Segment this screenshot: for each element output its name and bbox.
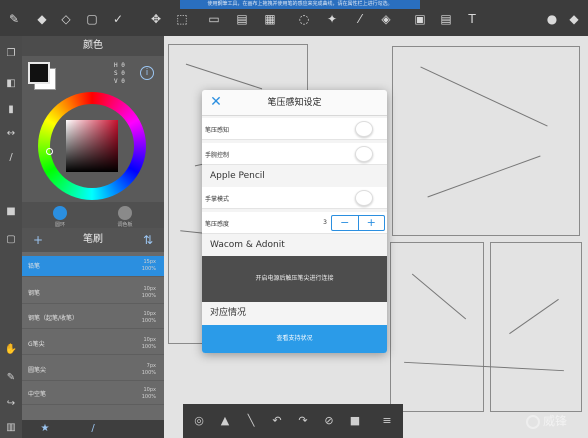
support-section: 对应情况 — [210, 308, 247, 318]
text-icon[interactable]: T — [464, 11, 480, 27]
hue-wheel[interactable] — [38, 92, 146, 200]
chat-icon[interactable]: ● — [544, 11, 560, 27]
color-rail-icon[interactable]: ■ — [3, 204, 19, 220]
blend-icon[interactable]: ◈ — [378, 11, 394, 27]
brush-item[interactable]: 钢笔（起笔/收笔） 10px 100% — [22, 308, 164, 329]
pressure-sensing-toggle[interactable] — [355, 121, 373, 137]
pen-icon[interactable]: ✎ — [6, 11, 22, 27]
pressure-sensing-row: 笔压感知 — [202, 118, 387, 140]
line-tool-icon[interactable]: ╲ — [243, 413, 259, 429]
brush-panel-footer: ★ / — [22, 420, 164, 438]
eraser-icon[interactable]: ◆ — [34, 11, 50, 27]
redo-icon[interactable]: ↷ — [295, 413, 311, 429]
color-picker-handle[interactable] — [46, 148, 53, 155]
eraser-tool-icon[interactable]: ◇ — [58, 11, 74, 27]
manga-panel — [392, 46, 580, 236]
undo-icon[interactable]: ↶ — [269, 413, 285, 429]
palm-control-row: 手腕控制 — [202, 143, 387, 165]
brush-panel: + 笔刷 ⇅ 铅笔 15px 100% 钢笔 10px 100% 钢笔（起笔/收… — [22, 228, 164, 438]
hue-value: H 0 — [114, 62, 125, 69]
palm-mode-row: 手掌模式 — [202, 187, 387, 209]
palm-control-toggle[interactable] — [355, 146, 373, 162]
layer-icon[interactable]: ▣ — [412, 11, 428, 27]
undo-panel-icon[interactable]: ◧ — [3, 76, 19, 92]
layers-stack-icon[interactable]: ◆ — [566, 11, 582, 27]
toolbar-hint: 使用鋼筆工具，在画布上拖拽并使用笔的感应来完成曲线，请在属性栏上进行勾选。 — [180, 0, 420, 9]
brush-item[interactable]: 铅笔 15px 100% — [22, 256, 164, 277]
palette-mode-icon[interactable] — [118, 206, 132, 220]
bottom-toolbar: ◎ ▲ ╲ ↶ ↷ ⊘ ■ ≡ — [183, 404, 403, 438]
layer-rail-icon[interactable]: ▢ — [3, 232, 19, 248]
brush-item[interactable]: 中空笔 10px 100% — [22, 384, 164, 405]
pen-rail-icon[interactable]: ✎ — [3, 370, 19, 386]
wheel-mode-label: 圆环 — [54, 222, 65, 228]
wand-icon[interactable]: ✦ — [324, 11, 340, 27]
feng-logo-icon — [526, 414, 540, 429]
transform-icon[interactable]: ⬚ — [174, 11, 190, 27]
image-icon[interactable]: ▤ — [438, 11, 454, 27]
brush-item[interactable]: 圆笔尖 7px 100% — [22, 360, 164, 381]
saturation-value: S 0 — [114, 70, 125, 77]
connect-stylus-button[interactable]: 开启电源后触压笔尖进行连接 — [202, 256, 387, 302]
layer-toggle-icon[interactable]: ■ — [347, 413, 363, 429]
fill-icon[interactable]: ▤ — [234, 11, 250, 27]
color-mode-tabs: 圆环 调色板 — [22, 202, 164, 228]
dialog-header: ✕ 笔压感知设定 — [202, 90, 387, 116]
wacom-adonit-section: Wacom & Adonit — [210, 240, 285, 250]
brush-panel-header: + 笔刷 ⇅ — [22, 228, 164, 252]
color-panel-title: 颜色 — [22, 36, 164, 56]
sensitivity-value: 3 — [323, 219, 327, 226]
pressure-sensitivity-row: 笔压感度 3 − + — [202, 212, 387, 234]
decrease-button[interactable]: − — [332, 216, 359, 230]
saturation-value-square[interactable] — [66, 120, 118, 172]
wheel-mode-icon[interactable] — [53, 206, 67, 220]
share-icon[interactable]: ↪ — [3, 396, 19, 412]
info-icon[interactable]: i — [140, 66, 154, 80]
hand-icon[interactable]: ✋ — [3, 342, 19, 358]
increase-button[interactable]: + — [359, 216, 385, 230]
brush-icon[interactable]: / — [86, 422, 100, 436]
star-icon[interactable]: ★ — [38, 422, 52, 436]
brush-item[interactable]: 钢笔 10px 100% — [22, 283, 164, 304]
eyedropper-icon[interactable]: ⁄ — [352, 11, 368, 27]
rotate-canvas-icon[interactable]: ◎ — [191, 413, 207, 429]
brightness-value: V 0 — [114, 78, 125, 85]
menu-icon[interactable]: ≡ — [379, 413, 395, 429]
top-toolbar: 使用鋼筆工具，在画布上拖拽并使用笔的感应来完成曲线，请在属性栏上进行勾选。 ✎ … — [0, 0, 588, 36]
palm-mode-toggle[interactable] — [355, 190, 373, 206]
lasso-icon[interactable]: ◌ — [296, 11, 312, 27]
palette-mode-label: 调色板 — [117, 222, 133, 228]
select-rect-icon[interactable]: ▢ — [84, 11, 100, 27]
shape-icon[interactable]: ▭ — [206, 11, 222, 27]
flip-icon[interactable]: ↔ — [3, 126, 19, 142]
color-panel: 颜色 H 0 S 0 V 0 i 圆环 调色板 — [22, 36, 164, 228]
sort-icon[interactable]: ⇅ — [140, 232, 156, 248]
copy-icon[interactable]: ❐ — [3, 46, 19, 62]
ruler-icon[interactable]: ▲ — [217, 413, 233, 429]
pressure-settings-dialog: ✕ 笔压感知设定 笔压感知 手腕控制 Apple Pencil 手掌模式 笔压感… — [202, 90, 387, 353]
check-icon[interactable]: ✓ — [110, 11, 126, 27]
left-rail: ❐ ◧ ▮ ↔ / ■ ▢ ✋ ✎ ↪ ▥ — [0, 36, 22, 438]
move-icon[interactable]: ✥ — [148, 11, 164, 27]
lock-icon[interactable]: ▮ — [3, 102, 19, 118]
sensitivity-stepper[interactable]: − + — [331, 215, 385, 231]
manga-panel — [490, 242, 582, 412]
dialog-title: 笔压感知设定 — [267, 98, 322, 108]
brush-rail-icon[interactable]: / — [3, 150, 19, 166]
watermark: 威锋 — [526, 410, 584, 432]
trash-icon[interactable]: ▥ — [3, 420, 19, 436]
foreground-color-swatch[interactable] — [28, 62, 50, 84]
view-support-button[interactable]: 查看支持状况 — [202, 325, 387, 353]
apple-pencil-section: Apple Pencil — [210, 171, 265, 181]
brush-item[interactable]: G笔尖 10px 100% — [22, 334, 164, 355]
gradient-icon[interactable]: ▦ — [262, 11, 278, 27]
snap-icon[interactable]: ⊘ — [321, 413, 337, 429]
manga-panel — [390, 242, 484, 412]
